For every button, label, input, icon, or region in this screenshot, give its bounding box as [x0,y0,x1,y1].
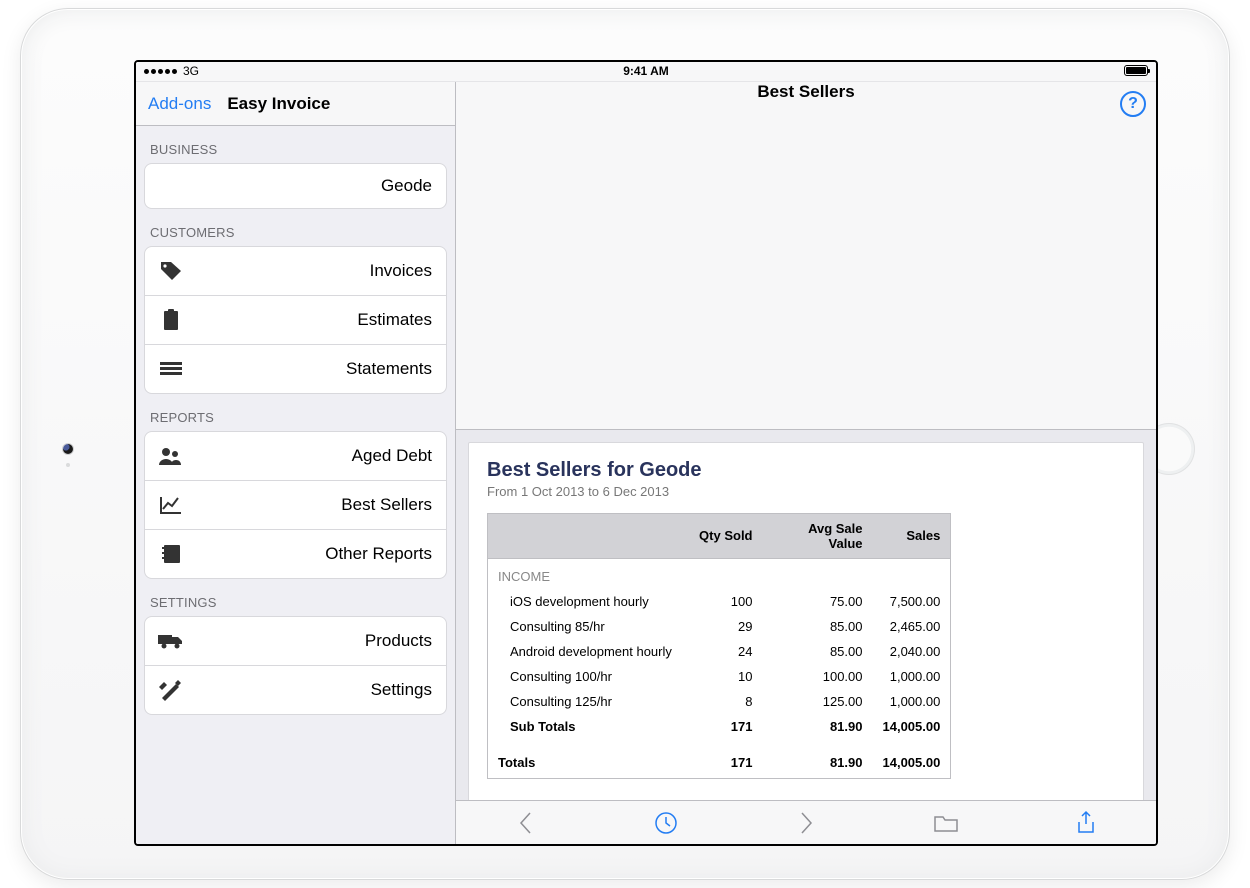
sidebar-item-label: Invoices [187,261,432,281]
next-button[interactable] [791,808,821,838]
sidebar-item-label: Statements [187,359,432,379]
sidebar-item-estimates[interactable]: Estimates [145,295,446,344]
clock-label: 9:41 AM [623,64,669,78]
clipboard-icon [155,306,187,334]
sidebar-item-other-reports[interactable]: Other Reports [145,529,446,578]
table-row: Consulting 100/hr10100.001,000.00 [488,664,951,689]
main-pane: Best Sellers ? Best Sellers for Geode Fr… [456,82,1156,844]
sidebar-item-best-sellers[interactable]: Best Sellers [145,480,446,529]
sidebar: Add-ons Easy Invoice BUSINESS Geode CUST… [136,82,456,844]
table-row: iOS development hourly10075.007,500.00 [488,589,951,614]
help-button[interactable]: ? [1120,91,1146,117]
sidebar-item-settings[interactable]: Settings [145,665,446,714]
tools-icon [155,676,187,704]
toolbar [456,800,1156,844]
section-settings-header: SETTINGS [136,579,455,616]
prev-button[interactable] [511,808,541,838]
report-card: Best Sellers for Geode From 1 Oct 2013 t… [468,442,1144,801]
subtotal-row: Sub Totals17181.9014,005.00 [488,714,951,739]
price-tag-icon [155,257,187,285]
sidebar-item-invoices[interactable]: Invoices [145,247,446,295]
business-name-cell[interactable]: Geode [144,163,447,209]
sidebar-item-label: Best Sellers [187,495,432,515]
notebook-icon [155,540,187,568]
chart-line-icon [155,491,187,519]
folder-button[interactable] [931,808,961,838]
totals-row: Totals17181.9014,005.00 [488,739,951,779]
sidebar-item-label: Estimates [187,310,432,330]
stack-icon [155,355,187,383]
truck-icon [155,627,187,655]
ipad-bezel: 3G 9:41 AM Add-ons Easy Invoice BUSINESS… [20,8,1230,880]
page-title: Best Sellers [757,82,854,102]
sidebar-item-label: Aged Debt [187,446,432,466]
addons-back-button[interactable]: Add-ons [136,94,223,114]
sidebar-item-label: Products [187,631,432,651]
sidebar-item-aged-debt[interactable]: Aged Debt [145,432,446,480]
col-sales: Sales [873,513,951,558]
share-button[interactable] [1071,808,1101,838]
table-row: Consulting 125/hr8125.001,000.00 [488,689,951,714]
sidebar-item-label: Other Reports [187,544,432,564]
section-customers-header: CUSTOMERS [136,209,455,246]
history-button[interactable] [651,808,681,838]
sensor-dot-icon [66,463,70,467]
signal-icon [144,69,177,74]
report-table: Qty Sold Avg Sale Value Sales INCOME iOS… [487,513,951,779]
group-income: INCOME [488,558,951,589]
col-desc [488,513,688,558]
people-icon [155,442,187,470]
sidebar-item-statements[interactable]: Statements [145,344,446,393]
sidebar-nav: Add-ons Easy Invoice [136,82,455,126]
screen: 3G 9:41 AM Add-ons Easy Invoice BUSINESS… [134,60,1158,846]
main-nav: Best Sellers ? [456,82,1156,430]
section-reports-header: REPORTS [136,394,455,431]
col-qty: Qty Sold [688,513,763,558]
report-range: From 1 Oct 2013 to 6 Dec 2013 [487,484,1125,499]
camera-icon [63,444,73,454]
sidebar-item-label: Settings [187,680,432,700]
status-bar: 3G 9:41 AM [136,62,1156,82]
report-title: Best Sellers for Geode [487,459,1125,482]
table-row: Consulting 85/hr2985.002,465.00 [488,614,951,639]
col-avg: Avg Sale Value [763,513,873,558]
carrier-label: 3G [183,64,199,78]
battery-icon [1124,65,1148,76]
table-row: Android development hourly2485.002,040.0… [488,639,951,664]
sidebar-title: Easy Invoice [227,94,330,114]
section-business-header: BUSINESS [136,126,455,163]
sidebar-item-products[interactable]: Products [145,617,446,665]
